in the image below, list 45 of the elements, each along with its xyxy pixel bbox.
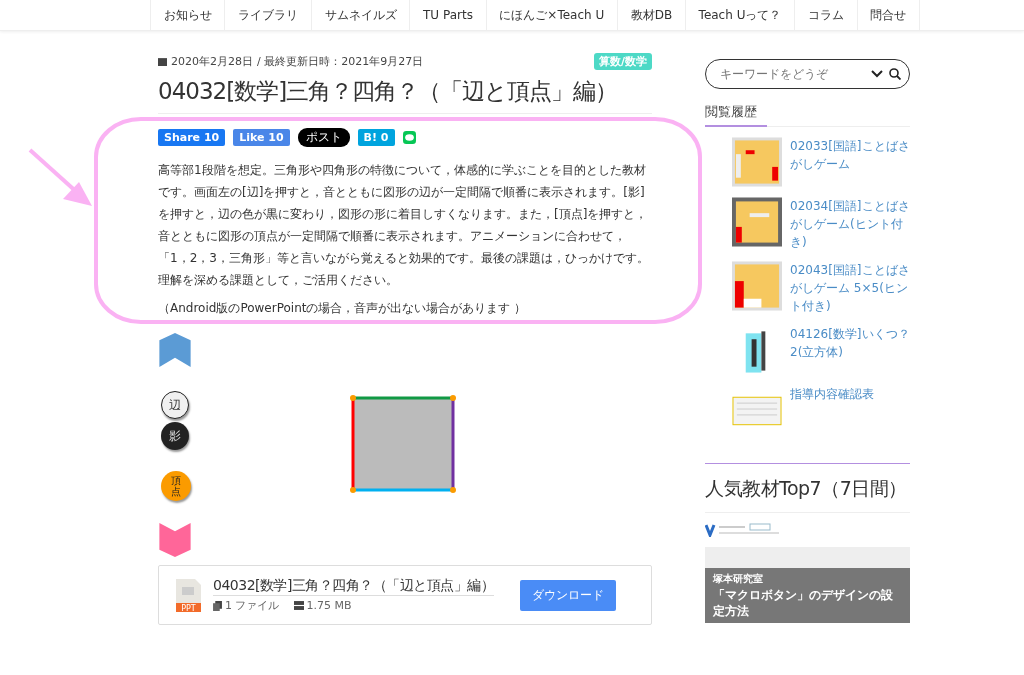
chevron-up-icon	[158, 333, 192, 367]
nav-link[interactable]: お知らせ	[150, 0, 225, 30]
article-title: 04032[数学]三角？四角？（「辺と頂点」編）	[158, 76, 652, 114]
calendar-icon	[158, 57, 167, 66]
nav-link[interactable]: にほんご×Teach U	[485, 0, 617, 30]
thumbnail-title: 「マクロボタン」のデザインの設定方法	[713, 587, 894, 619]
kana-grid-thumbnail[interactable]	[732, 261, 782, 311]
file-size: 1.75 MB	[306, 599, 352, 612]
nav-link[interactable]: 問合せ	[856, 0, 920, 30]
author-name: 塚本研究室	[713, 572, 764, 586]
history-heading: 閲覧履歴	[705, 103, 767, 127]
history-link[interactable]: 04126[数学]いくつ？2(立方体)	[790, 325, 910, 375]
history-link[interactable]: 02033[国語]ことばさがしゲーム	[790, 137, 910, 187]
word-grid-thumbnail[interactable]	[732, 137, 782, 187]
post-date: 2020年2月28日	[171, 54, 253, 69]
history-link[interactable]: 指導内容確認表	[790, 385, 874, 435]
facebook-share-button[interactable]: Share 10	[158, 129, 226, 146]
x-post-button[interactable]: ポスト	[297, 128, 350, 147]
chevron-down-icon[interactable]	[871, 70, 883, 78]
files-icon	[213, 600, 222, 611]
description-paragraph: （Android版のPowerPointの場合，音声が出ない場合があります ）	[158, 300, 528, 317]
chevron-down-icon	[158, 523, 192, 557]
storage-icon	[293, 601, 304, 610]
file-count: 1 ファイル	[225, 598, 280, 613]
vertex-button[interactable]: 頂点	[161, 471, 191, 501]
updated-date: / 最終更新日時：2021年9月27日	[257, 54, 424, 69]
nav-link[interactable]: 教材DB	[616, 0, 685, 30]
article-thumbnail[interactable]: 塚本研究室 「マクロボタン」のデザインの設定方法	[705, 547, 910, 623]
search-icon[interactable]	[889, 68, 901, 80]
description-paragraph: 高等部1段階を想定。三角形や四角形の特徴について，体感的に学ぶことを目的とした教材です。画面左の[辺]を押すと，音とともに図形の辺が一定間隔で順番に表示されます。[影]を押すと，辺の色が黒に変わり，図形の形に着目しすくなります。また，[頂点]を押すと，音とともに図形の頂点が一定間隔で順番に表示されます。アニメーションに合わせて，「1，2，3，三角形」等と言いながら覚えると効果的です。最後の課題は，ひっかけです。理解を深める課題として，ご活用ください。	[158, 162, 650, 289]
download-title: 04032[数学]三角？四角？（「辺と頂点」編）	[213, 577, 495, 596]
nav-link[interactable]: Teach Uって？	[684, 0, 795, 30]
shadow-button[interactable]: 影	[161, 422, 189, 450]
edge-button[interactable]: 辺	[161, 391, 189, 419]
popular-heading: 人気教材Top7（7日間）	[705, 476, 910, 513]
like-button[interactable]: Like 10	[233, 129, 290, 146]
history-link[interactable]: 02034[国語]ことばさがしゲーム(ヒント付き)	[790, 197, 910, 251]
annotation-arrow	[28, 148, 92, 206]
nav-link[interactable]: サムネイルズ	[310, 0, 410, 30]
nav-link[interactable]: ライブラリ	[224, 0, 311, 30]
word-grid-thumbnail[interactable]	[732, 197, 782, 247]
history-link[interactable]: 02043[国語]ことばさがしゲーム 5×5(ヒント付き)	[790, 261, 910, 315]
search-input[interactable]: キーワードをどうぞ	[720, 67, 871, 81]
nav-link[interactable]: コラム	[794, 0, 857, 30]
nav-link[interactable]: TU Parts	[409, 0, 486, 30]
